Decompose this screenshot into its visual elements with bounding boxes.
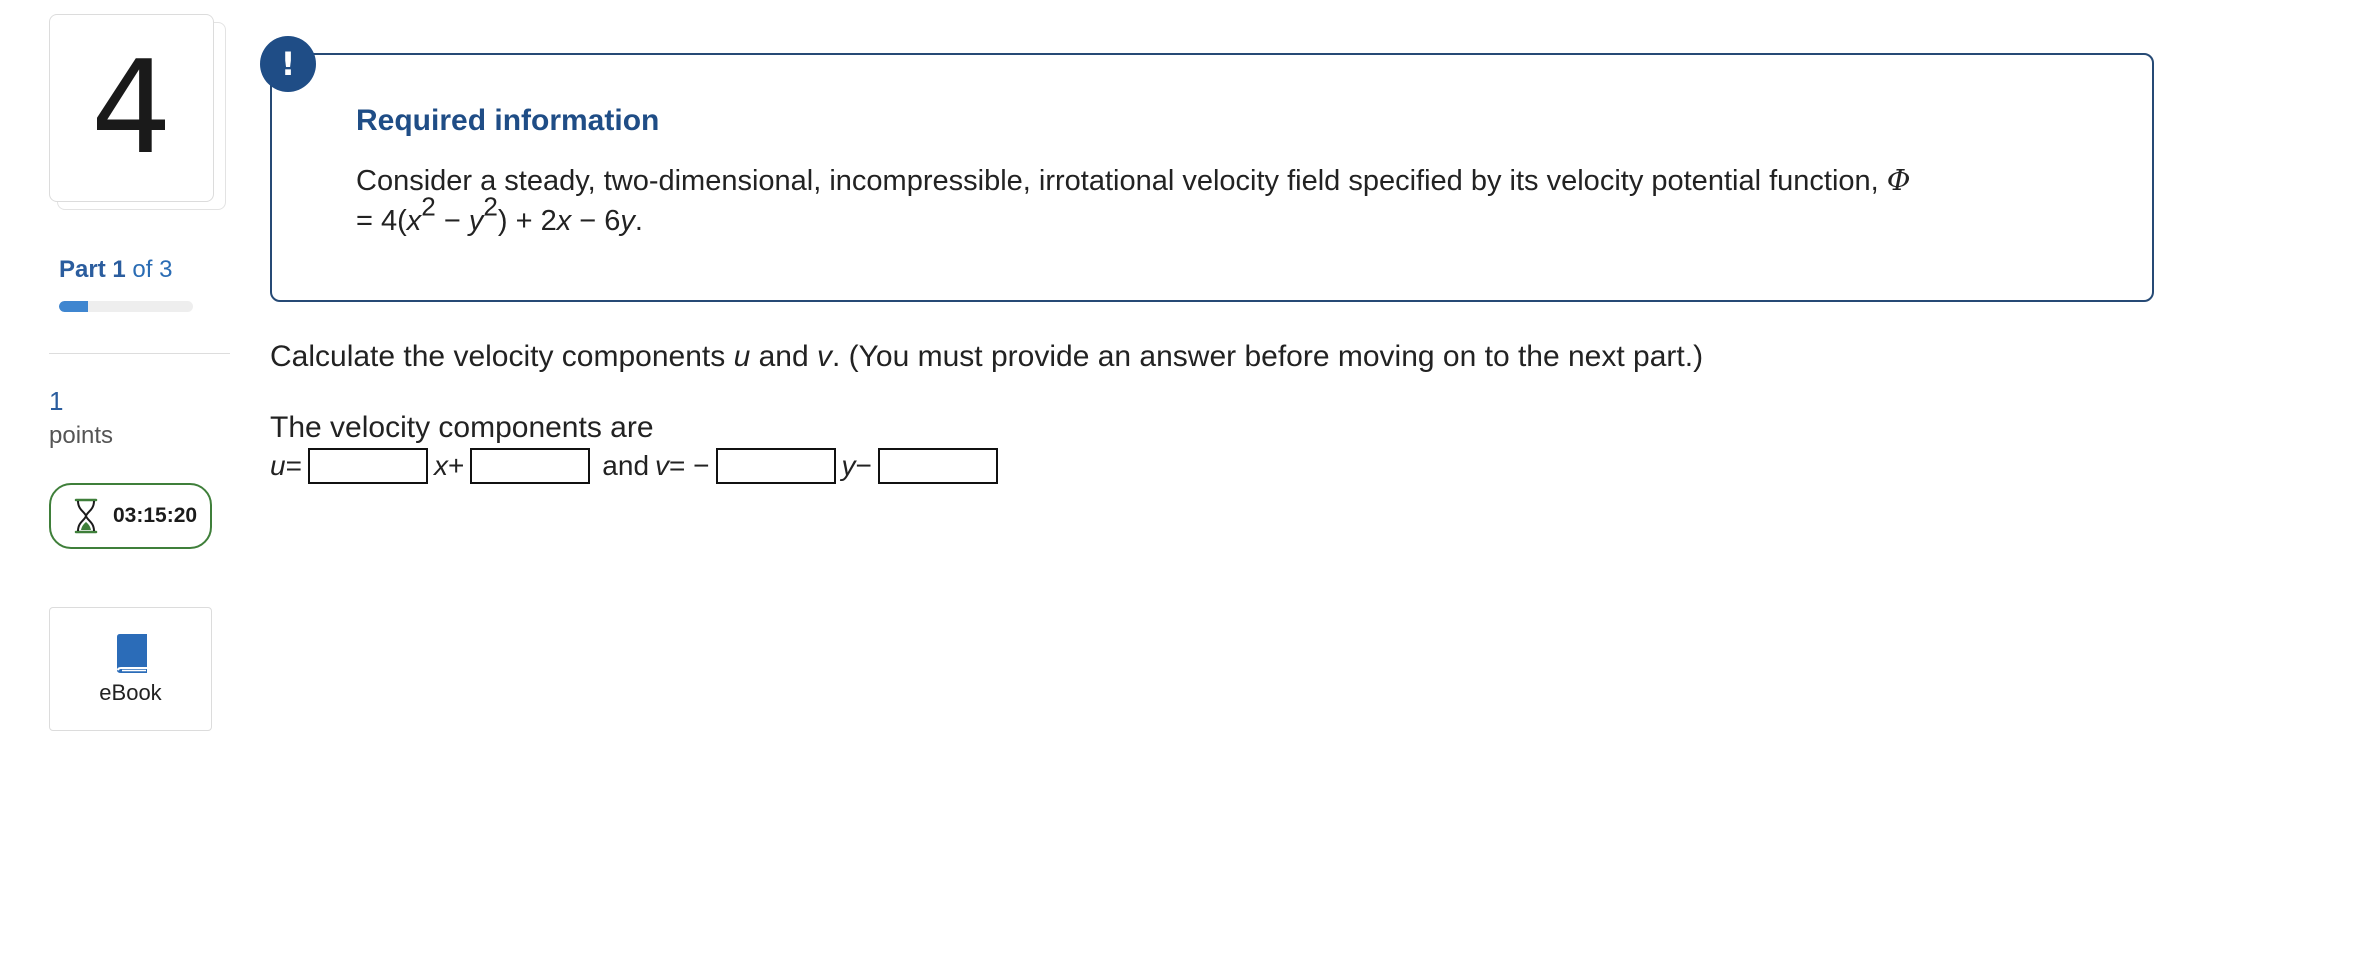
part-total: of 3 — [132, 256, 173, 283]
u-label: u — [270, 450, 286, 481]
eq-exp1: 2 — [421, 191, 436, 222]
u-equals: = — [285, 450, 302, 481]
eq-x: x — [406, 205, 422, 237]
v-label: v — [655, 450, 670, 481]
phi-symbol: Φ — [1886, 163, 1911, 197]
ebook-button[interactable]: eBook — [49, 607, 212, 731]
eq-part: = 4( — [356, 205, 407, 237]
eq-minus: − — [435, 205, 469, 237]
eq-rest: ) + 2 — [497, 205, 557, 237]
minus-sign: − — [855, 450, 872, 481]
v-equals: = − — [669, 450, 710, 481]
prompt-and: and — [750, 340, 818, 373]
prompt-after: . (You must provide an answer before mov… — [832, 340, 1704, 373]
eq-y: y — [468, 205, 484, 237]
part-progress-fill — [59, 301, 89, 312]
info-text-line1: Consider a steady, two-dimensional, inco… — [356, 163, 1911, 198]
y-symbol: y — [841, 450, 856, 481]
answer-heading: The velocity components are — [270, 411, 654, 444]
prompt-u: u — [733, 340, 751, 373]
eq-x2: x — [556, 205, 572, 237]
book-icon — [117, 634, 147, 673]
part-progress-bar — [59, 301, 193, 312]
hourglass-icon — [74, 498, 98, 534]
part-prefix: Part — [59, 256, 106, 283]
question-number: 4 — [49, 14, 214, 202]
eq-period: . — [634, 205, 643, 237]
plus-sign: + — [447, 450, 465, 481]
u-x-coefficient-input[interactable] — [307, 448, 428, 484]
question-prompt: Calculate the velocity components u and … — [270, 340, 1703, 374]
ebook-label: eBook — [99, 680, 162, 705]
x-symbol: x — [433, 450, 448, 481]
answer-row: u = x + and v = − y − — [270, 446, 1004, 486]
points-label: points — [49, 422, 114, 449]
points-value: 1 — [49, 386, 64, 416]
timer-badge[interactable]: 03:15:20 — [49, 483, 212, 549]
u-constant-input[interactable] — [470, 448, 591, 484]
v-y-coefficient-input[interactable] — [715, 448, 836, 484]
v-constant-input[interactable] — [877, 448, 998, 484]
alert-icon: ! — [260, 36, 316, 92]
info-text: Consider a steady, two-dimensional, inco… — [356, 165, 1887, 197]
question-number-card: 4 — [49, 14, 226, 210]
info-title: Required information — [356, 104, 660, 137]
eq-exp2: 2 — [483, 191, 498, 222]
potential-equation: = 4(x2 − y2) + 2x − 6y. — [356, 194, 643, 238]
eq-minus6: − 6 — [571, 205, 621, 237]
timer-text: 03:15:20 — [113, 504, 198, 527]
prompt-text: Calculate the velocity components — [270, 340, 734, 373]
and-word: and — [602, 450, 650, 481]
part-current: 1 — [112, 256, 126, 283]
prompt-v: v — [817, 340, 833, 373]
eq-y2: y — [620, 205, 635, 237]
rail-divider — [49, 353, 230, 354]
part-indicator: Part 1 of 3 — [59, 256, 172, 284]
